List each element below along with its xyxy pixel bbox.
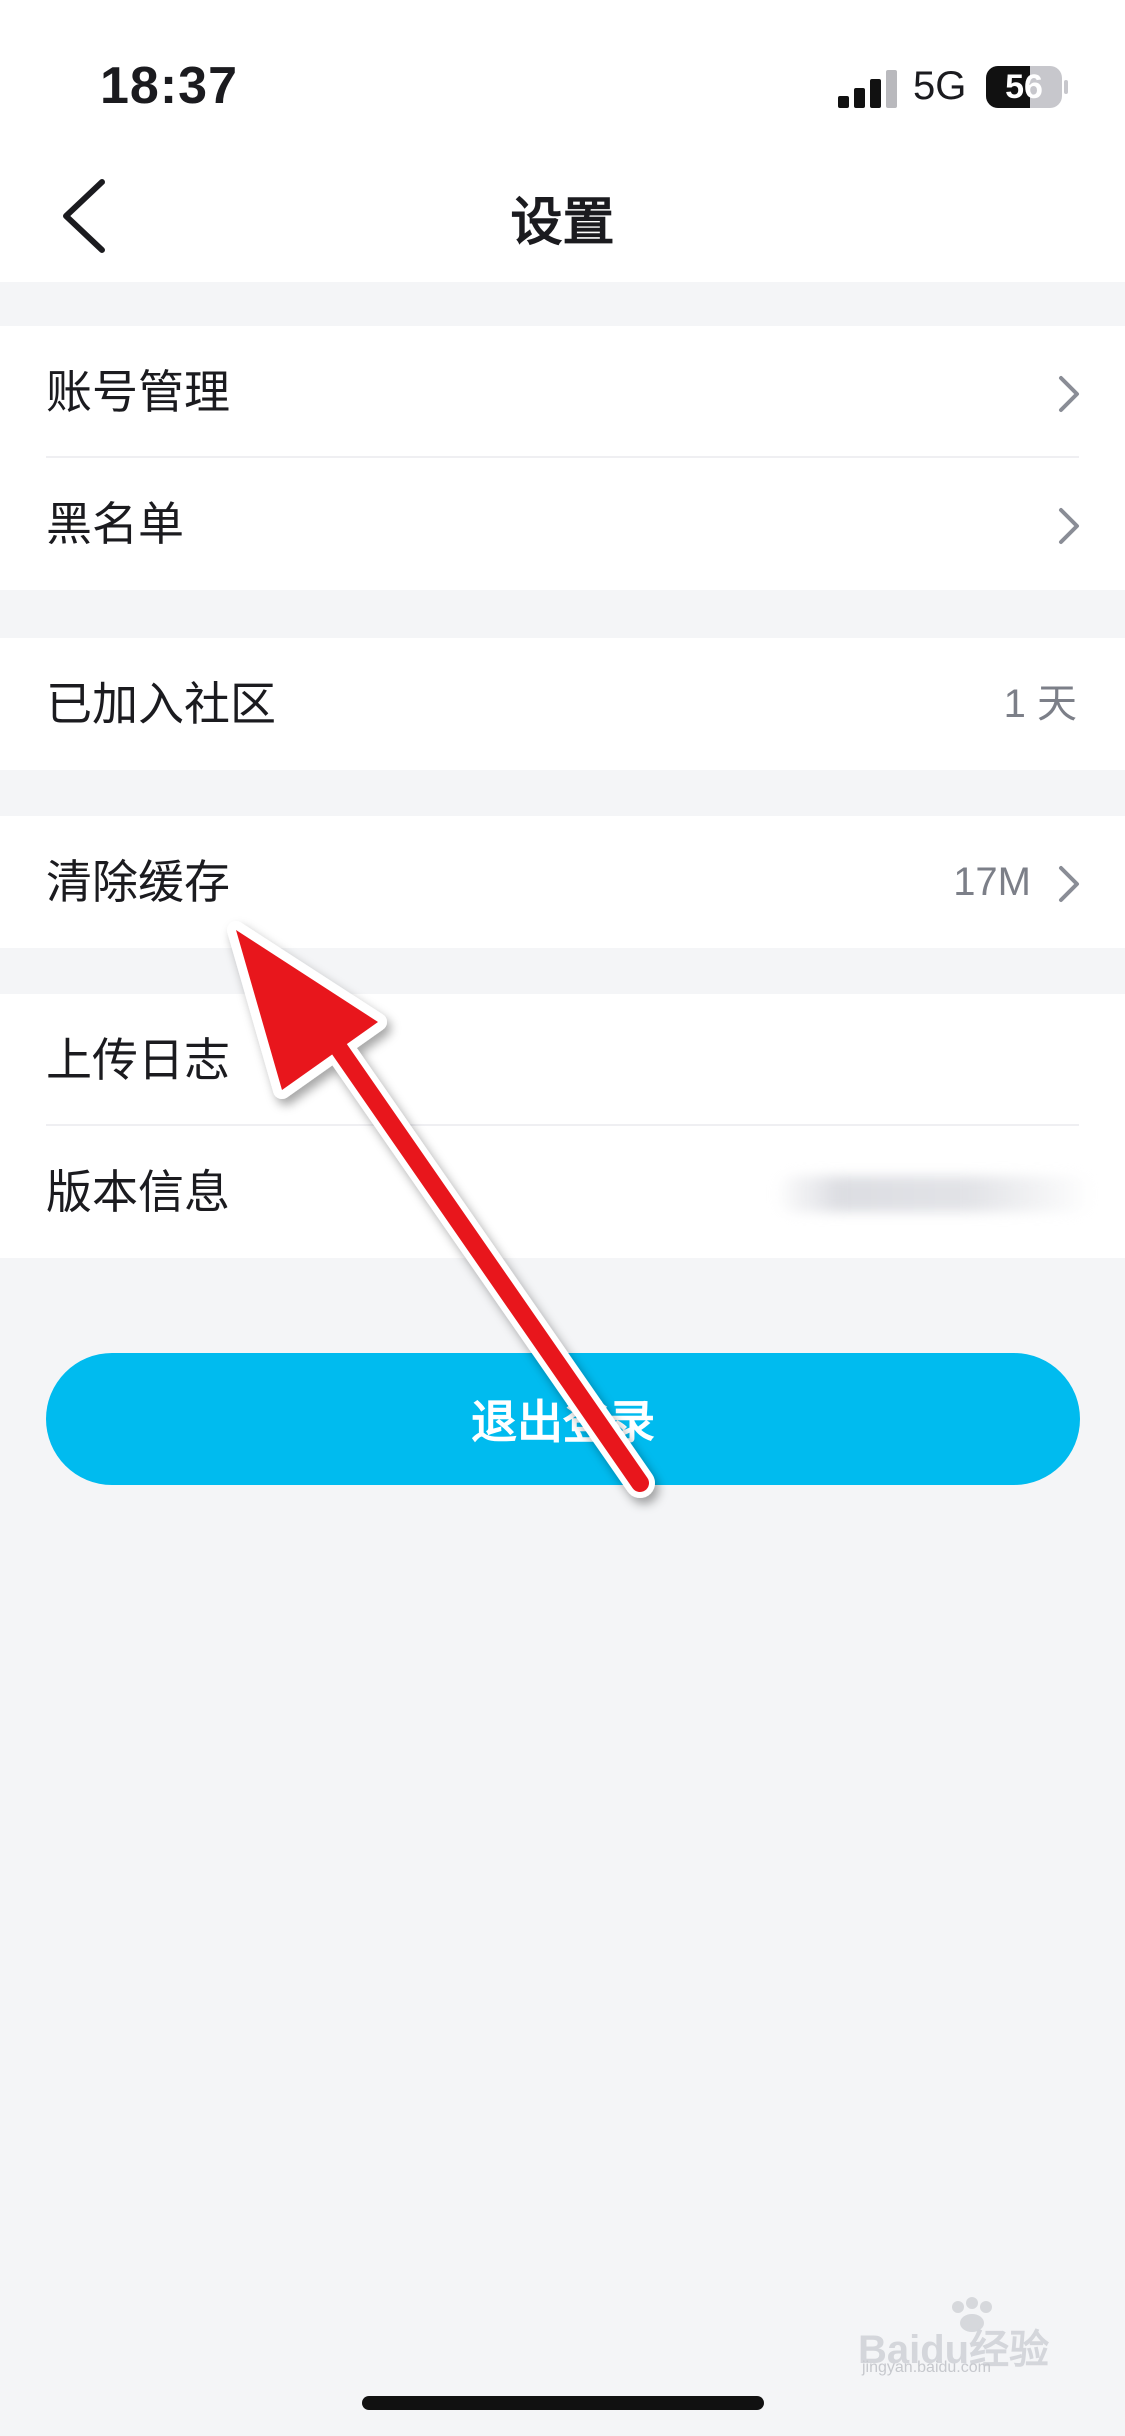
logout-button[interactable]: 退出登录 bbox=[46, 1353, 1080, 1485]
chevron-right-icon bbox=[1059, 866, 1079, 902]
row-label: 上传日志 bbox=[46, 1033, 230, 1087]
chevron-right-icon bbox=[1059, 376, 1079, 412]
settings-group-cache: 清除缓存 17M bbox=[0, 816, 1125, 948]
battery-level: 56 bbox=[1005, 68, 1043, 106]
row-label: 黑名单 bbox=[46, 497, 184, 551]
cellular-signal-icon bbox=[838, 70, 897, 108]
home-indicator bbox=[362, 2396, 764, 2410]
nav-bar: 设置 bbox=[0, 150, 1125, 282]
row-label: 已加入社区 bbox=[46, 677, 276, 731]
baidu-watermark: Baidu经验 jingyan.baidu.com bbox=[858, 2295, 1078, 2376]
row-label: 清除缓存 bbox=[46, 855, 230, 909]
settings-row-upload-log[interactable]: 上传日志 bbox=[0, 994, 1125, 1126]
status-time: 18:37 bbox=[100, 57, 238, 115]
settings-group-account: 账号管理 黑名单 bbox=[0, 326, 1125, 590]
blurred-version-value bbox=[775, 1176, 1095, 1212]
chevron-right-icon bbox=[1059, 508, 1079, 544]
settings-row-version-info: 版本信息 bbox=[0, 1126, 1125, 1258]
settings-group-community: 已加入社区 1 天 bbox=[0, 638, 1125, 770]
battery-icon: 56 bbox=[986, 66, 1068, 108]
settings-row-joined-community: 已加入社区 1 天 bbox=[0, 638, 1125, 770]
row-label: 版本信息 bbox=[46, 1165, 230, 1219]
settings-row-account-management[interactable]: 账号管理 bbox=[0, 326, 1125, 458]
watermark-url: jingyan.baidu.com bbox=[862, 2359, 991, 2376]
settings-row-clear-cache[interactable]: 清除缓存 17M bbox=[0, 816, 1125, 948]
cache-size-value: 17M bbox=[953, 860, 1031, 904]
status-bar: 18:37 5G 56 bbox=[0, 0, 1125, 170]
joined-days-value: 1 天 bbox=[1003, 682, 1077, 726]
settings-row-blacklist[interactable]: 黑名单 bbox=[0, 458, 1125, 590]
network-type: 5G bbox=[913, 64, 967, 108]
row-label: 账号管理 bbox=[46, 365, 230, 419]
settings-group-misc: 上传日志 版本信息 bbox=[0, 994, 1125, 1258]
page-title: 设置 bbox=[510, 193, 615, 253]
